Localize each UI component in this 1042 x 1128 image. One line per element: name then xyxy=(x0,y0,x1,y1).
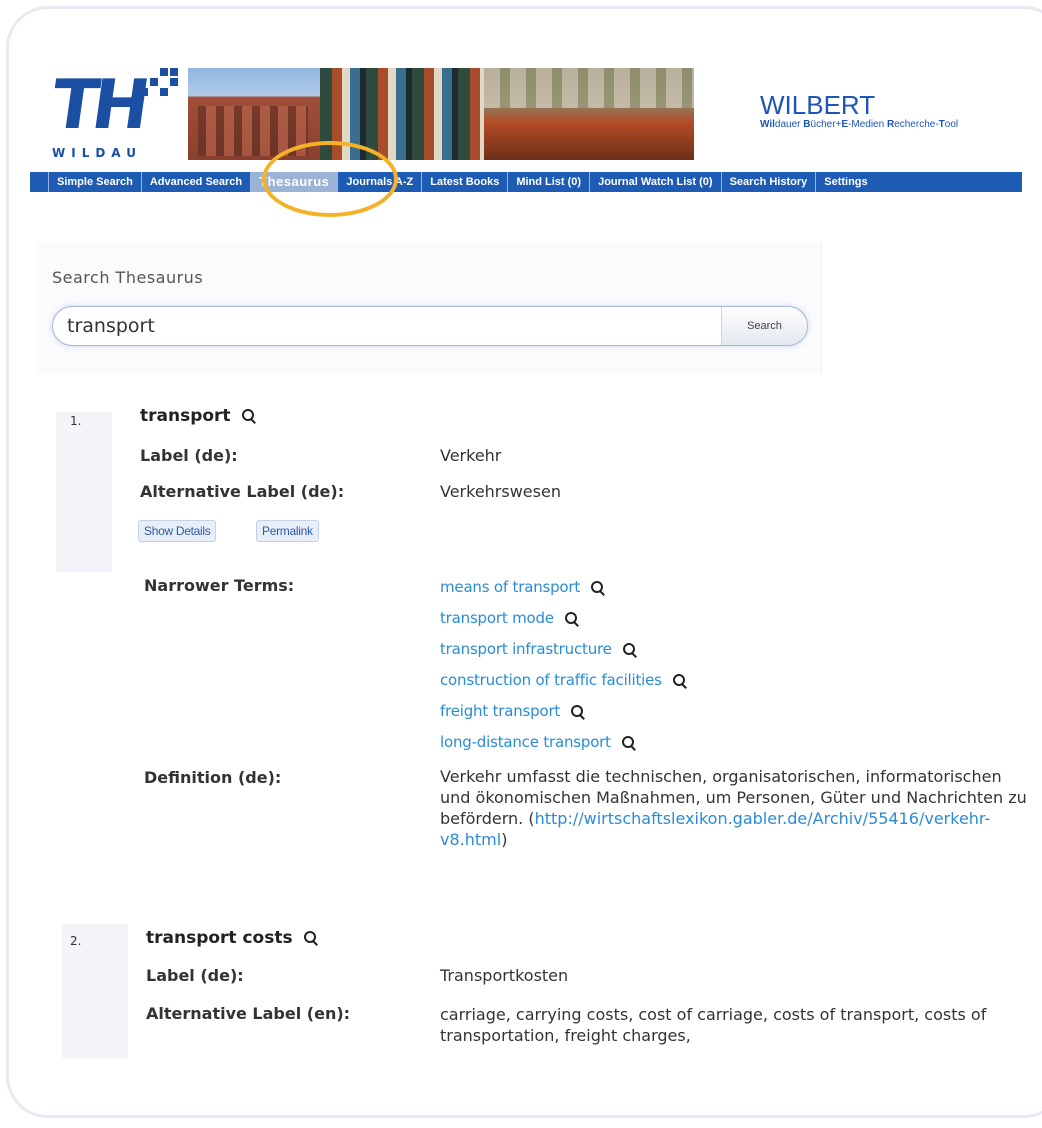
list-item: transport infrastructure xyxy=(440,636,688,667)
definition-paren-close: ) xyxy=(501,830,508,849)
nav-journal-watch-list[interactable]: Journal Watch List (0) xyxy=(589,172,721,192)
alt-label-value: Verkehrswesen xyxy=(440,482,561,501)
header-photo-strip xyxy=(188,68,694,160)
result-number: 2. xyxy=(70,934,82,948)
nav-latest-books[interactable]: Latest Books xyxy=(421,172,507,192)
search-term-icon[interactable] xyxy=(590,580,606,596)
search-term-icon[interactable] xyxy=(570,704,586,720)
search-term-icon[interactable] xyxy=(621,735,637,751)
result-term-text[interactable]: transport xyxy=(140,406,231,426)
narrower-term-link[interactable]: means of transport xyxy=(440,578,580,596)
search-heading: Search Thesaurus xyxy=(52,268,204,287)
search-box: Search xyxy=(52,306,808,346)
label-de-label: Label (de): xyxy=(140,446,238,465)
result-number: 1. xyxy=(70,414,82,428)
narrower-term-link[interactable]: freight transport xyxy=(440,702,560,720)
site-header: TH WILDAU WILBERT Wildauer Bücher+E-Medi… xyxy=(46,66,1022,172)
list-item: transport mode xyxy=(440,605,688,636)
building-photo xyxy=(188,68,320,160)
nav-settings[interactable]: Settings xyxy=(815,172,875,192)
main-nav: Simple Search Advanced Search Thesaurus … xyxy=(30,172,1022,192)
nav-search-history[interactable]: Search History xyxy=(720,172,816,192)
narrower-term-link[interactable]: construction of traffic facilities xyxy=(440,671,662,689)
logo-wildau-text: WILDAU xyxy=(52,146,142,160)
permalink-button[interactable]: Permalink xyxy=(256,520,319,542)
result-term: transport xyxy=(140,406,257,426)
search-term-icon[interactable] xyxy=(564,611,580,627)
wilbert-brand[interactable]: WILBERT Wildauer Bücher+E-Medien Recherc… xyxy=(760,92,958,132)
definition-value: Verkehr umfasst die technischen, organis… xyxy=(440,766,1028,850)
label-de-value: Verkehr xyxy=(440,446,502,465)
nav-thesaurus[interactable]: Thesaurus xyxy=(250,172,338,192)
logo-dots-icon xyxy=(140,68,178,96)
reading-room-photo xyxy=(484,68,694,160)
narrower-term-link[interactable]: transport infrastructure xyxy=(440,640,612,658)
list-item: long-distance transport xyxy=(440,729,688,760)
list-item: freight transport xyxy=(440,698,688,729)
narrower-terms-list: means of transport transport mode transp… xyxy=(440,574,688,760)
search-input[interactable] xyxy=(53,307,721,345)
narrower-term-link[interactable]: transport mode xyxy=(440,609,554,627)
brand-title: WILBERT xyxy=(760,90,876,120)
definition-label: Definition (de): xyxy=(144,768,282,787)
bookshelf-photo xyxy=(320,68,484,160)
show-details-button[interactable]: Show Details xyxy=(138,520,217,542)
alt-label-value: carriage, carrying costs, cost of carria… xyxy=(440,1005,987,1045)
alt-label-label: Alternative Label (en): xyxy=(146,1004,351,1023)
search-term-icon[interactable] xyxy=(303,930,319,946)
nav-journals-a-z[interactable]: Journals A-Z xyxy=(337,172,421,192)
narrower-term-link[interactable]: long-distance transport xyxy=(440,733,611,751)
definition-source-link[interactable]: http://wirtschaftslexikon.gabler.de/Arch… xyxy=(440,809,990,849)
result-term-text[interactable]: transport costs xyxy=(146,928,293,948)
nav-advanced-search[interactable]: Advanced Search xyxy=(140,172,250,192)
result-term: transport costs xyxy=(146,928,319,948)
nav-mind-list[interactable]: Mind List (0) xyxy=(507,172,589,192)
search-term-icon[interactable] xyxy=(241,408,257,424)
search-button[interactable]: Search xyxy=(721,307,807,345)
page-viewport: TH WILDAU WILBERT Wildauer Bücher+E-Medi… xyxy=(0,0,1042,1128)
search-term-icon[interactable] xyxy=(622,642,638,658)
list-item: construction of traffic facilities xyxy=(440,667,688,698)
th-wildau-logo[interactable]: TH WILDAU xyxy=(46,66,180,160)
brand-subtitle: Wildauer Bücher+E-Medien Recherche-Tool xyxy=(760,119,959,130)
nav-simple-search[interactable]: Simple Search xyxy=(48,172,141,192)
search-term-icon[interactable] xyxy=(672,673,688,689)
list-item: means of transport xyxy=(440,574,688,605)
result-number-column xyxy=(56,412,112,572)
label-de-label: Label (de): xyxy=(146,966,244,985)
label-de-value: Transportkosten xyxy=(440,966,569,985)
alt-label-label: Alternative Label (de): xyxy=(140,482,345,501)
narrower-terms-label: Narrower Terms: xyxy=(144,576,295,595)
